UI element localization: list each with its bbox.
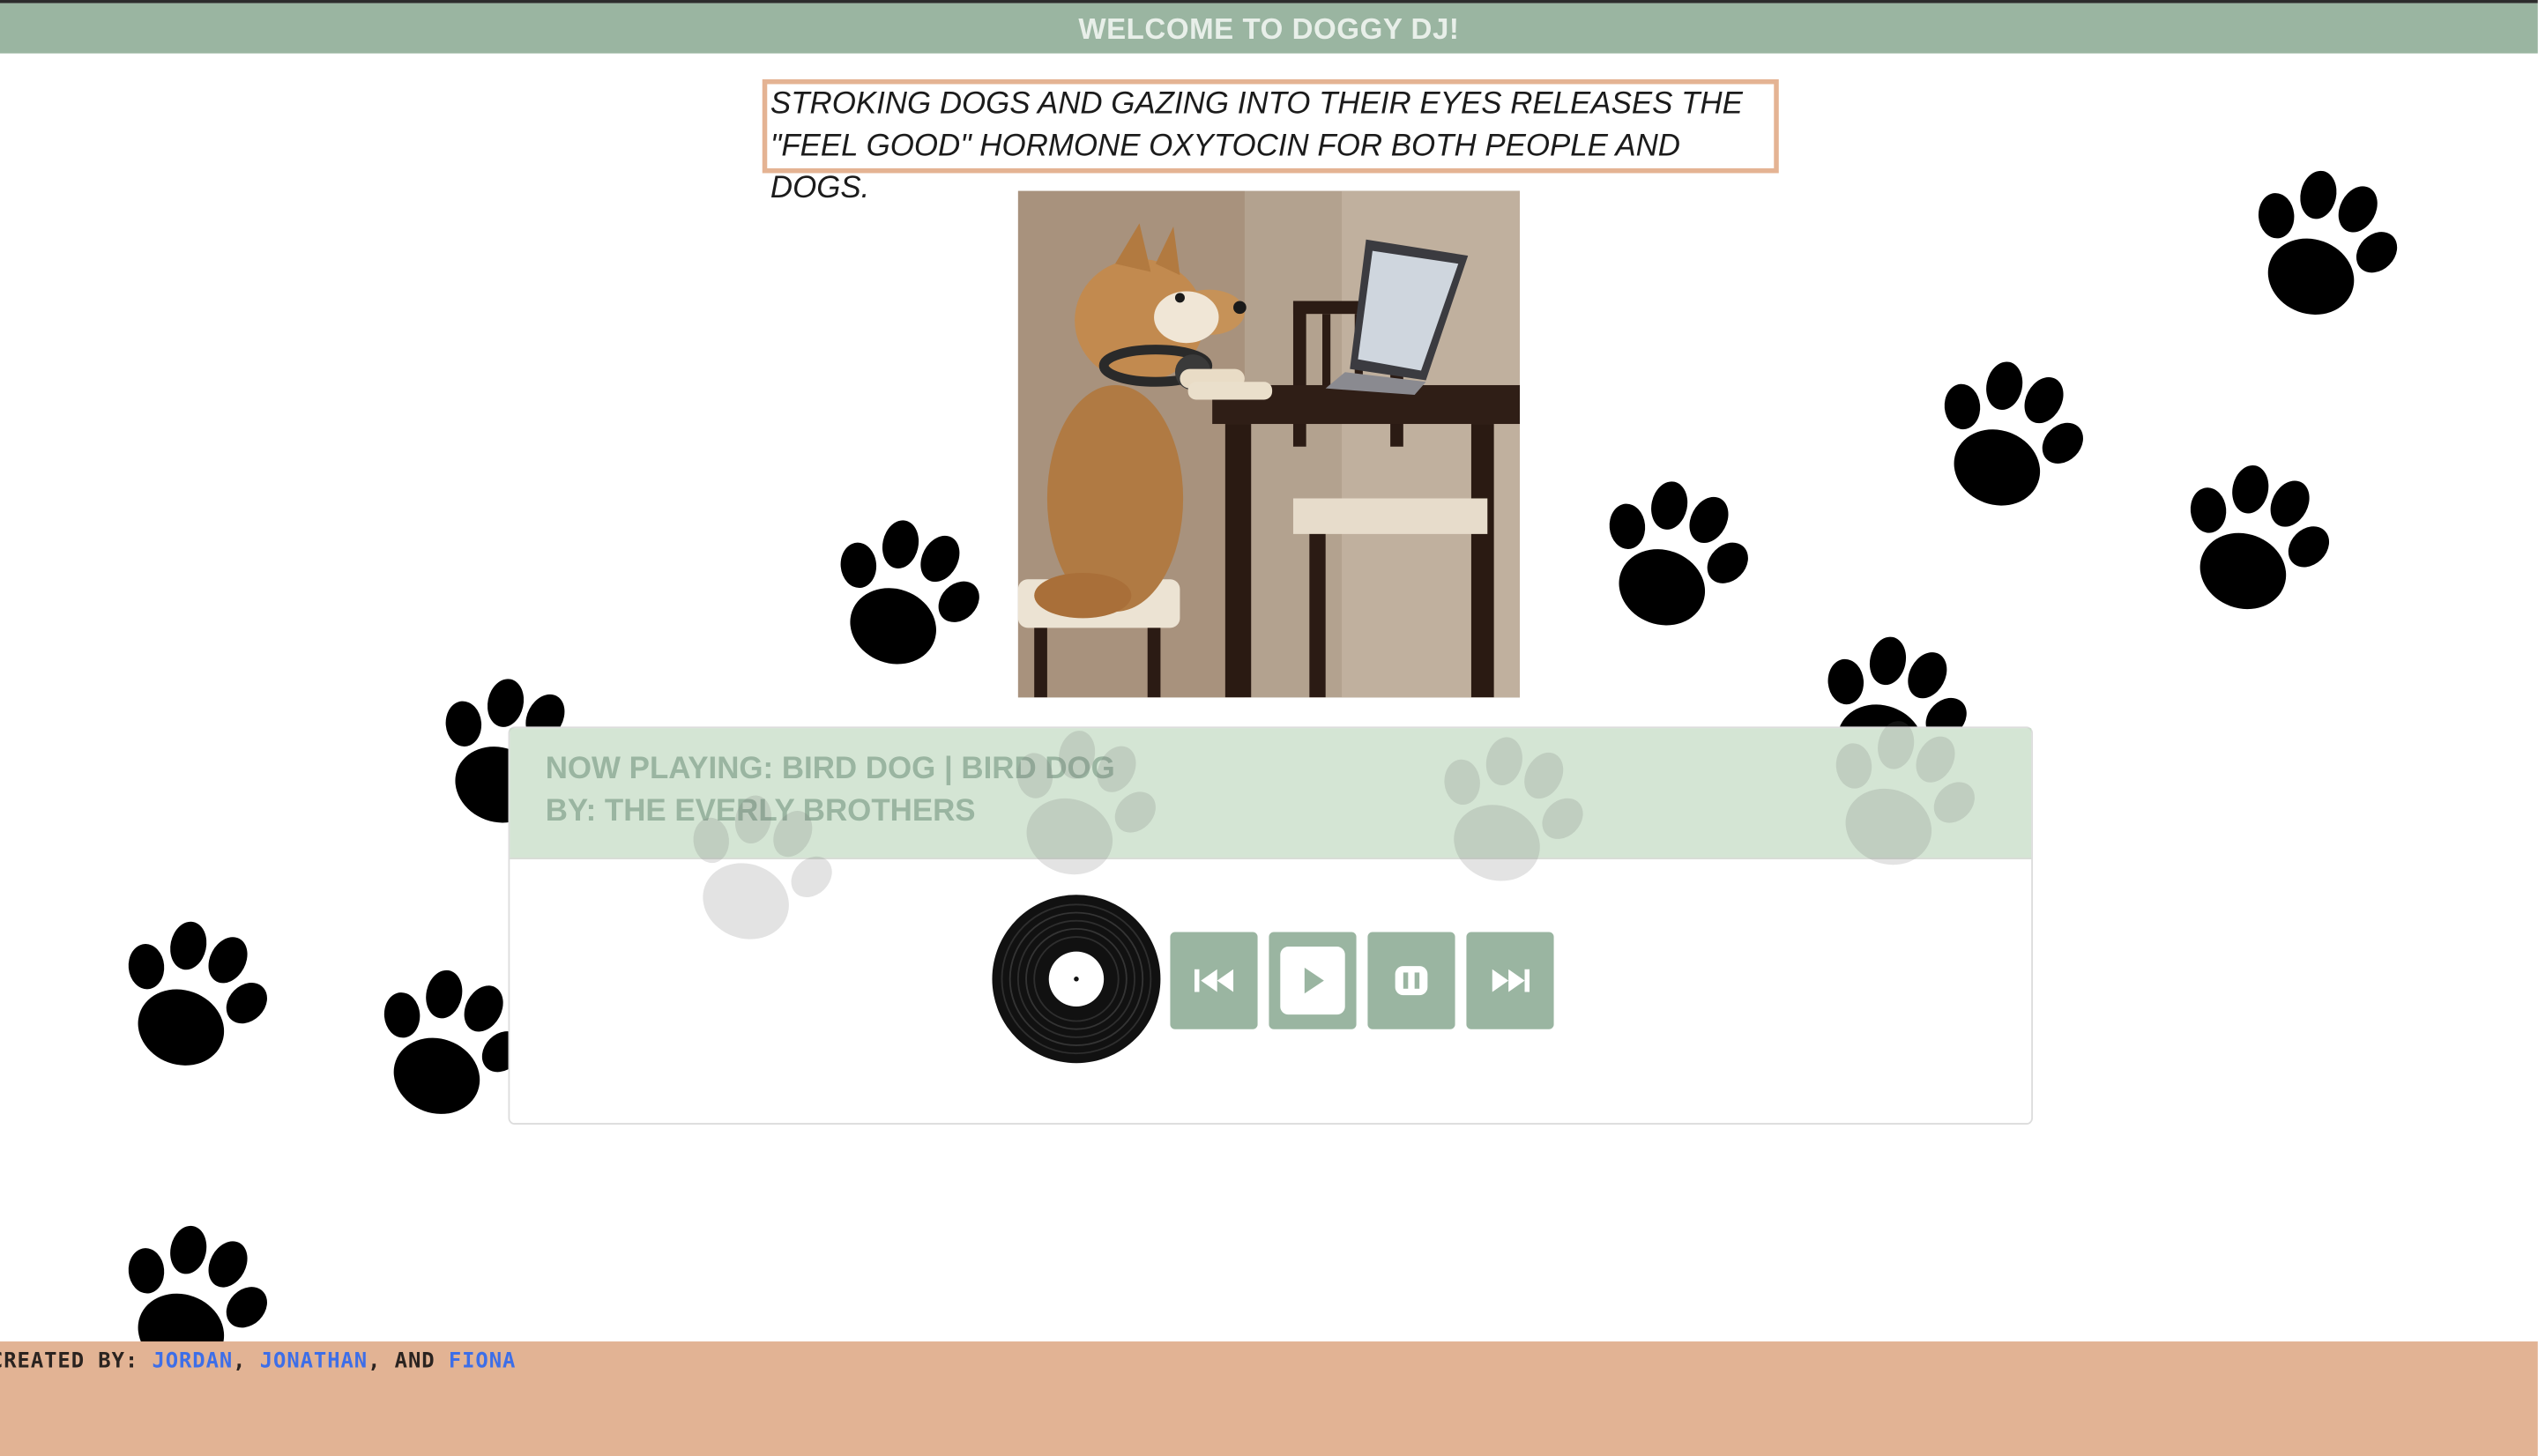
play-button[interactable] [1269, 932, 1357, 1029]
credit-link-jordan[interactable]: JORDAN [152, 1349, 233, 1374]
dog-dj-image [1017, 190, 1521, 698]
credits-prefix: CREATED BY: [0, 1349, 153, 1374]
fast-forward-icon [1492, 969, 1530, 992]
next-button[interactable] [1466, 932, 1554, 1029]
credit-link-jonathan[interactable]: JONATHAN [260, 1349, 368, 1374]
skip-back-icon [1194, 969, 1234, 992]
paw-print-icon [1568, 457, 1775, 664]
credits-separator: , [233, 1349, 260, 1374]
paw-print-icon [2149, 440, 2356, 647]
page-title: WELCOME TO DOGGY DJ! [1078, 12, 1460, 46]
credit-link-fiona[interactable]: FIONA [449, 1349, 516, 1374]
paw-print-icon [2217, 145, 2424, 353]
play-icon [1304, 967, 1324, 994]
dog-fact-box: STROKING DOGS AND GAZING INTO THEIR EYES… [762, 78, 1779, 205]
credits-separator: , AND [368, 1349, 449, 1374]
music-player: NOW PLAYING: BIRD DOG | BIRD DOG BY: THE… [508, 700, 2034, 1125]
page-footer: CREATED BY: JORDAN, JONATHAN, AND FIONA [0, 1341, 2538, 1456]
pause-button[interactable] [1367, 932, 1455, 1029]
previous-button[interactable] [1170, 932, 1258, 1029]
page-header: WELCOME TO DOGGY DJ! [0, 3, 2538, 54]
faded-paw-icon [1795, 695, 2002, 903]
paw-print-icon [87, 896, 294, 1103]
paw-print-icon [1903, 337, 2110, 544]
credits-line: CREATED BY: JORDAN, JONATHAN, AND FIONA [0, 1349, 516, 1374]
vinyl-record-icon [991, 893, 1163, 1065]
pause-icon [1395, 966, 1428, 996]
paw-print-icon [800, 495, 1007, 702]
dog-fact-text: STROKING DOGS AND GAZING INTO THEIR EYES… [770, 87, 1743, 206]
